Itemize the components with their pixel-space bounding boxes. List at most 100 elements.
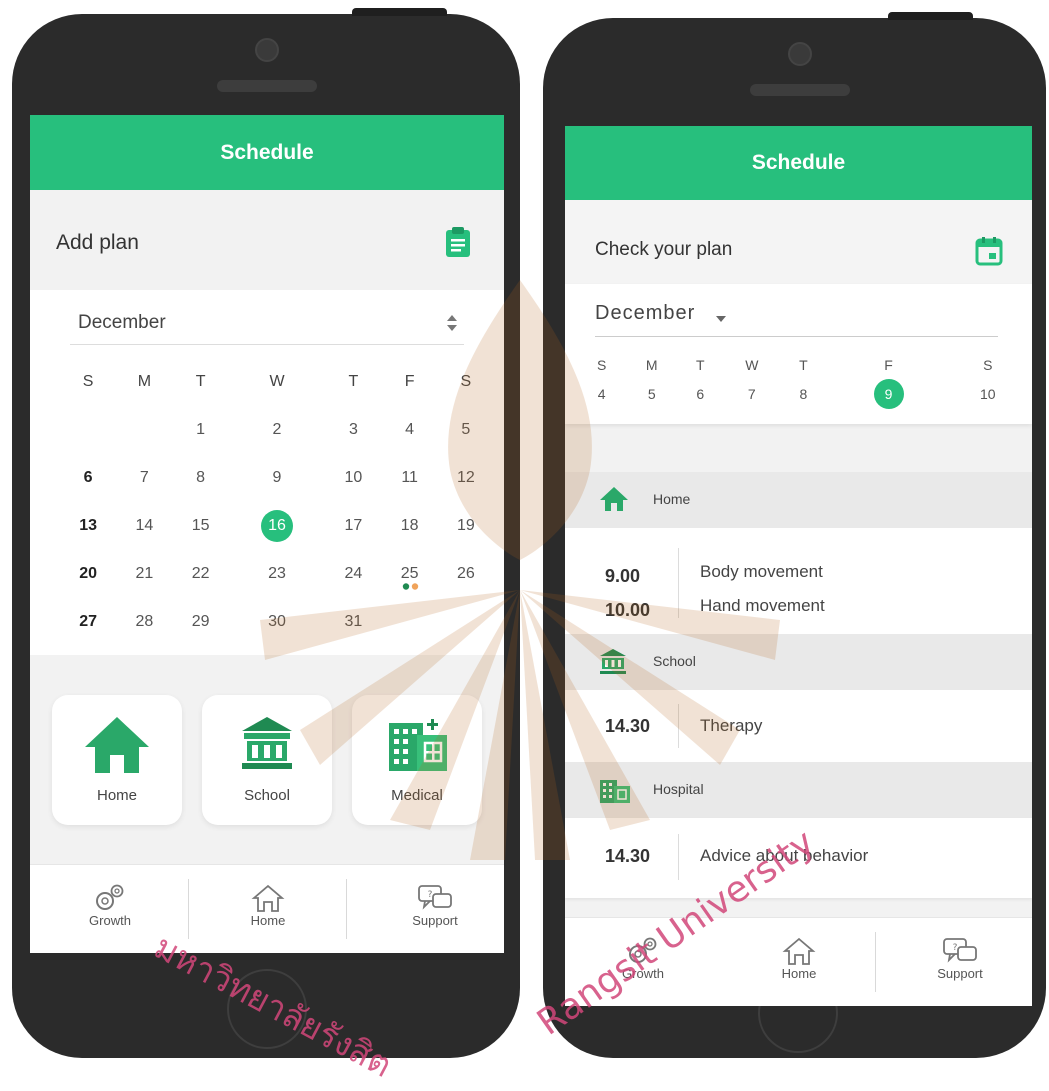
calendar-day[interactable]: 4 (382, 406, 438, 454)
add-plan-label: Add plan (56, 231, 139, 254)
home-outline-icon (208, 883, 328, 913)
weekday-label: S (82, 373, 94, 390)
calendar-day[interactable]: 30 (229, 598, 326, 646)
calendar-day[interactable]: 10 (325, 454, 381, 502)
divider-line (678, 548, 679, 618)
calendar-day[interactable] (60, 406, 116, 454)
weekday-label: S (460, 373, 472, 390)
nav-home[interactable]: Home (739, 918, 859, 1006)
school-icon (599, 648, 627, 679)
section-header-hospital: Hospital (565, 762, 1032, 818)
calendar-day[interactable]: 14 (116, 502, 172, 550)
nav-support[interactable]: ? Support (370, 865, 500, 953)
add-plan-row[interactable]: Add plan (30, 190, 504, 290)
calendar-day[interactable]: 18 (382, 502, 438, 550)
schedule-entry-group: 14.30 Therapy (565, 690, 1032, 762)
entry-time: 10.00 (605, 600, 651, 620)
calendar-day[interactable] (116, 406, 172, 454)
calendar-day[interactable]: 3 (325, 406, 381, 454)
school-tile-button[interactable]: School (202, 695, 332, 825)
nav-growth-label: Growth (89, 913, 131, 928)
phone-side-button (352, 8, 447, 16)
weekday-label: T (695, 357, 705, 373)
entry-time: 9.00 (605, 566, 641, 586)
calendar-day[interactable]: 7 (116, 454, 172, 502)
calendar-day[interactable]: 8 (172, 454, 228, 502)
nav-support[interactable]: ? Support (895, 918, 1025, 1006)
week-day[interactable]: 7 (721, 378, 782, 410)
medical-tile-label: Medical (391, 787, 443, 804)
weekday-label: S (983, 357, 993, 373)
entry-description[interactable]: Body movement (700, 562, 823, 582)
calendar-day[interactable]: 12 (438, 454, 494, 502)
calendar-day[interactable]: 13 (60, 502, 116, 550)
phone-speaker (217, 80, 317, 92)
calendar-day[interactable]: 9 (229, 454, 326, 502)
week-day[interactable]: 5 (624, 378, 679, 410)
entry-time: 14.30 (605, 716, 651, 736)
weekday-label: T (348, 373, 359, 390)
calendar-card: December S M T W T F S 1 2 3 4 5 6 7 8 9… (30, 290, 504, 655)
calendar-day[interactable]: 17 (325, 502, 381, 550)
calendar-day[interactable]: 21 (116, 550, 172, 598)
week-day[interactable]: 4 (579, 378, 624, 410)
phone-speaker (750, 84, 850, 96)
weekday-label: T (195, 373, 206, 390)
svg-text:?: ? (428, 890, 433, 900)
calendar-day[interactable]: 5 (438, 406, 494, 454)
weekday-label: S (597, 357, 607, 373)
calendar-day[interactable]: 15 (172, 502, 228, 550)
calendar-day[interactable]: 29 (172, 598, 228, 646)
week-day[interactable]: 8 (782, 378, 824, 410)
entry-description[interactable]: Therapy (700, 716, 762, 736)
calendar-day-marked[interactable]: 25 (382, 550, 438, 598)
calendar-day[interactable]: 2 (229, 406, 326, 454)
clipboard-icon[interactable] (444, 226, 472, 263)
home-tile-button[interactable]: Home (52, 695, 182, 825)
month-calendar: S M T W T F S 1 2 3 4 5 6 7 8 9 10 11 12… (60, 358, 494, 646)
week-day-selected[interactable]: 9 (825, 378, 953, 410)
front-camera (788, 42, 812, 66)
month-value: December (78, 312, 166, 333)
page-title: Schedule (751, 151, 846, 174)
week-day[interactable]: 10 (953, 378, 1023, 410)
calendar-day[interactable]: 23 (229, 550, 326, 598)
entry-description[interactable]: Hand movement (700, 596, 825, 616)
calendar-day[interactable]: 31 (325, 598, 381, 646)
calendar-day[interactable] (382, 598, 438, 646)
calendar-day[interactable]: 20 (60, 550, 116, 598)
section-header-home: Home (565, 472, 1032, 528)
nav-divider (875, 932, 876, 992)
event-dots (402, 577, 420, 595)
weekday-label: F (404, 373, 415, 390)
home-tile-label: Home (96, 787, 137, 804)
weekday-label: W (745, 357, 759, 373)
calendar-icon[interactable] (975, 236, 1003, 271)
calendar-day[interactable]: 22 (172, 550, 228, 598)
calendar-day[interactable]: 11 (382, 454, 438, 502)
calendar-day-selected[interactable]: 16 (229, 502, 326, 550)
nav-growth[interactable]: Growth (50, 865, 170, 953)
section-title: Hospital (653, 781, 704, 797)
month-dropdown[interactable]: December (595, 296, 998, 337)
check-plan-label: Check your plan (595, 239, 733, 260)
calendar-day[interactable]: 26 (438, 550, 494, 598)
calendar-day[interactable]: 24 (325, 550, 381, 598)
svg-text:?: ? (953, 943, 958, 953)
weekday-label: M (137, 373, 152, 390)
medical-tile-button[interactable]: Medical (352, 695, 482, 825)
left-phone-frame: Schedule Add plan December S M T W T F S… (12, 8, 520, 1058)
calendar-day[interactable] (438, 598, 494, 646)
divider-line (678, 704, 679, 748)
calendar-day[interactable]: 19 (438, 502, 494, 550)
nav-home[interactable]: Home (208, 865, 328, 953)
section-header-school: School (565, 634, 1032, 690)
week-strip-card: December S M T W T F S 4 5 6 7 8 9 10 (565, 284, 1032, 424)
week-day[interactable]: 6 (679, 378, 721, 410)
calendar-day[interactable]: 6 (60, 454, 116, 502)
left-screen: Schedule Add plan December S M T W T F S… (30, 115, 504, 953)
calendar-day[interactable]: 28 (116, 598, 172, 646)
month-select[interactable]: December (70, 306, 464, 345)
calendar-day[interactable]: 27 (60, 598, 116, 646)
calendar-day[interactable]: 1 (172, 406, 228, 454)
